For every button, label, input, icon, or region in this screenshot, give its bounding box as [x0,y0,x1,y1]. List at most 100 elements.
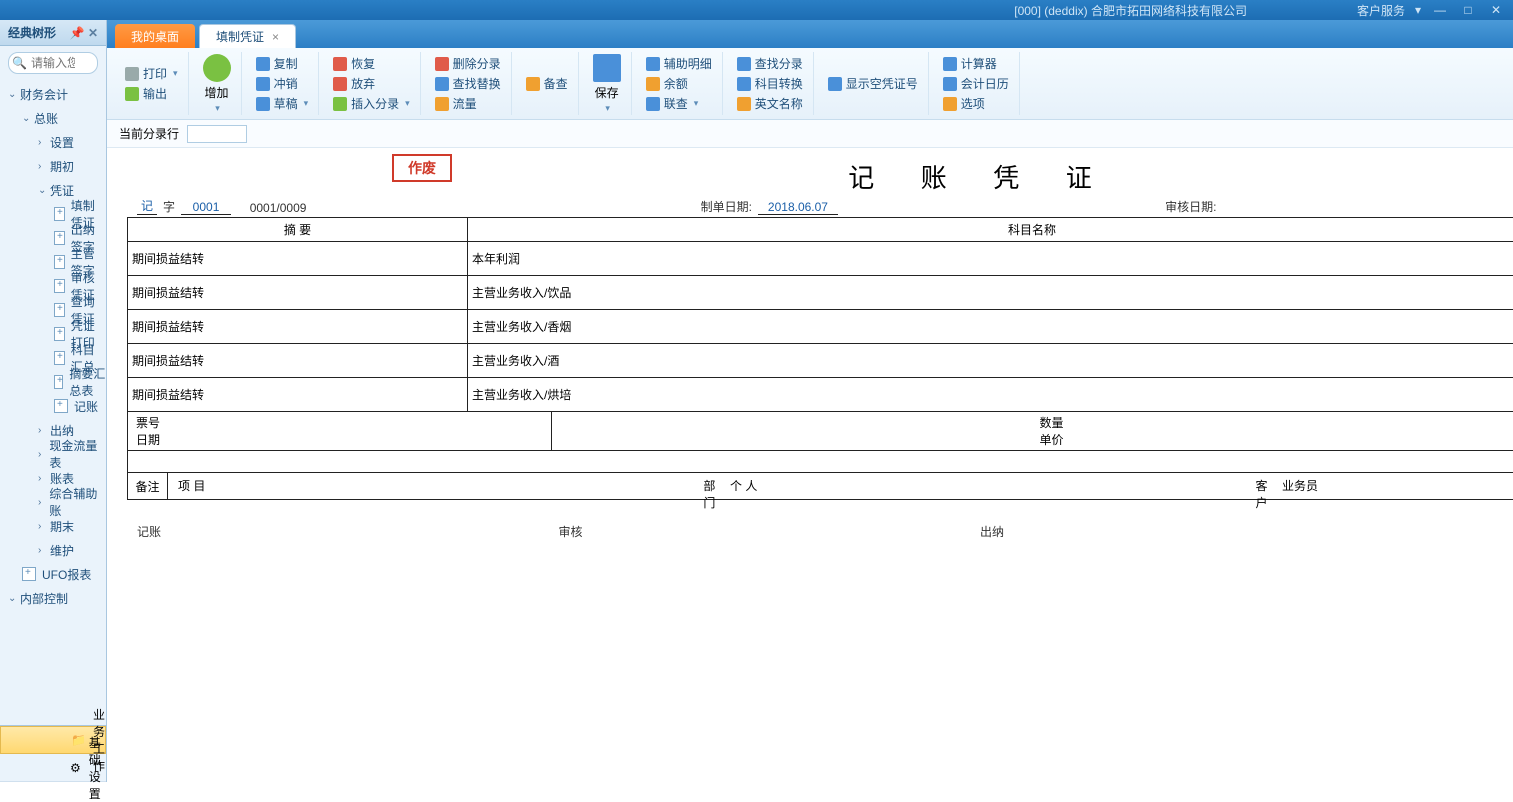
current-line-input[interactable] [187,125,247,143]
close-icon[interactable]: ✕ [1487,3,1505,17]
balance-button[interactable]: 余额 [642,74,716,94]
calculator-icon [943,57,957,71]
cell-account: 主营业务收入/饮品 [468,276,1513,310]
save-icon [593,54,621,82]
convert-icon [737,77,751,91]
related-button[interactable]: 联查 [642,94,716,114]
voucher-title: 记 账 凭 证 [127,158,1513,195]
copy-icon [256,57,270,71]
sign-book: 记账 [137,523,559,540]
minimize-icon[interactable]: — [1431,3,1449,17]
blank-icon [828,77,842,91]
table-row[interactable]: 期间损益结转主营业务收入/饮品8154889 [128,276,1513,310]
folder-icon [526,77,540,91]
add-button[interactable]: 增加 [199,52,235,116]
tree-settings[interactable]: ›设置 [0,130,106,154]
draft-button[interactable]: 草稿 [252,94,313,114]
tab-voucher[interactable]: 填制凭证× [199,24,296,48]
printer-icon [125,67,139,81]
remarks-area[interactable]: 备注 项 目部 门 个 人客 户 业务员 [127,473,1513,500]
findsplit-button[interactable]: 查找分录 [733,54,807,74]
offset-icon [256,77,270,91]
save-button[interactable]: 保存 [589,52,625,116]
cell-abstract: 期间损益结转 [128,344,468,378]
enname-button[interactable]: 英文名称 [733,94,807,114]
calc-button[interactable]: 计算器 [939,54,1013,74]
tree-maintain[interactable]: ›维护 [0,538,106,562]
gear-icon: ⚙ [70,761,81,775]
en-icon [737,97,751,111]
tree-abs-summary[interactable]: 摘要汇总表 [0,370,106,394]
tree-finance[interactable]: ⌄财务会计 [0,82,106,106]
tab-desktop[interactable]: 我的桌面 [115,24,195,48]
flow-button[interactable]: 流量 [431,94,505,114]
footer-toolbar [127,500,1513,521]
voucher-grid[interactable]: 摘 要 科目名称 借方金额 贷方金额 ▴ 期间损益结转本年利润48093056期… [127,217,1513,412]
voucher-no[interactable]: 0001 [181,200,231,215]
sidebar-header: 经典树形 📌 ✕ [0,20,106,46]
make-date[interactable]: 2018.06.07 [758,200,838,215]
sidebar-btn-base[interactable]: ⚙基础设置 [0,754,106,782]
navrow: 当前分录行 ⏮ ◀ ▶ ⏭ 🔍 凭证号 查询 [107,120,1513,148]
draft-icon [256,97,270,111]
restore-button[interactable]: 恢复 [329,54,414,74]
search-icon [737,57,751,71]
delline-button[interactable]: 删除分录 [431,54,505,74]
cell-abstract: 期间损益结转 [128,310,468,344]
tree-ufo[interactable]: UFO报表 [0,562,106,586]
calendar-button[interactable]: 会计日历 [939,74,1013,94]
restore-icon [333,57,347,71]
abandon-button[interactable]: 放弃 [329,74,414,94]
tree-internal[interactable]: ⌄内部控制 [0,586,106,610]
tree-gl[interactable]: ⌄总账 [0,106,106,130]
svc-icon[interactable]: ▾ [1415,3,1421,17]
calendar-icon [943,77,957,91]
findreplace-button[interactable]: 查找替换 [431,74,505,94]
output-button[interactable]: 输出 [121,84,182,104]
plus-icon [203,54,231,82]
list-icon [646,57,660,71]
pin-icon[interactable]: 📌 ✕ [70,26,98,40]
options-button[interactable]: 选项 [939,94,1013,114]
current-line-label: 当前分录行 [119,125,179,142]
service-label[interactable]: 客户服务 [1357,2,1405,19]
sign-audit: 审核 [559,523,981,540]
ticket-area[interactable]: 票号 日期 [128,412,552,450]
flow-icon [435,97,449,111]
table-row[interactable]: 期间损益结转主营业务收入/酒66253 [128,344,1513,378]
cell-abstract: 期间损益结转 [128,242,468,276]
cell-account: 主营业务收入/香烟 [468,310,1513,344]
voucher-area: 作废 记 账 凭 证 记 字 0001 0001/0009 制单日期: [107,148,1513,782]
sign-cash: 出纳 [980,523,1402,540]
link-icon [646,97,660,111]
chinese-amount: 壹佰壹拾叁万捌仟肆佰壹拾伍元肆角陆分 [128,451,1513,472]
print-button[interactable]: 打印 [121,64,182,84]
tree-bookkeep[interactable]: 记账 [0,394,106,418]
tab-close-icon[interactable]: × [272,30,279,44]
cell-abstract: 期间损益结转 [128,276,468,310]
maximize-icon[interactable]: □ [1459,3,1477,17]
tabbar: 我的桌面 填制凭证× ▾ ? 🔍 [107,20,1513,48]
find-icon [435,77,449,91]
voucher-prefix[interactable]: 记 [137,197,157,215]
copy-button[interactable]: 复制 [252,54,313,74]
tree-opening[interactable]: ›期初 [0,154,106,178]
qty-area[interactable]: 数量 单价 [552,412,1513,450]
table-row[interactable]: 期间损益结转本年利润48093056 [128,242,1513,276]
abandon-icon [333,77,347,91]
tree-cashflow[interactable]: ›现金流量表 [0,442,106,466]
offset-button[interactable]: 冲销 [252,74,313,94]
coin-icon [646,77,660,91]
search-icon: 🔍 [12,56,27,70]
showempty-button[interactable]: 显示空凭证号 [824,74,922,94]
backup-button[interactable]: 备查 [522,74,572,94]
nav-tree: ⌄财务会计 ⌄总账 ›设置 ›期初 ⌄凭证 填制凭证 出纳签字 主管签字 审核凭… [0,80,106,725]
insertline-button[interactable]: 插入分录 [329,94,414,114]
cell-abstract: 期间损益结转 [128,378,468,412]
voucher-header: 记 字 0001 0001/0009 制单日期: 2018.06.07 审核日期… [127,197,1513,217]
table-row[interactable]: 期间损益结转主营业务收入/香烟8928544 [128,310,1513,344]
aux-button[interactable]: 辅助明细 [642,54,716,74]
acctconv-button[interactable]: 科目转换 [733,74,807,94]
tree-aux-ledger[interactable]: ›综合辅助账 [0,490,106,514]
table-row[interactable]: 期间损益结转主营业务收入/烘培10337396 [128,378,1513,412]
